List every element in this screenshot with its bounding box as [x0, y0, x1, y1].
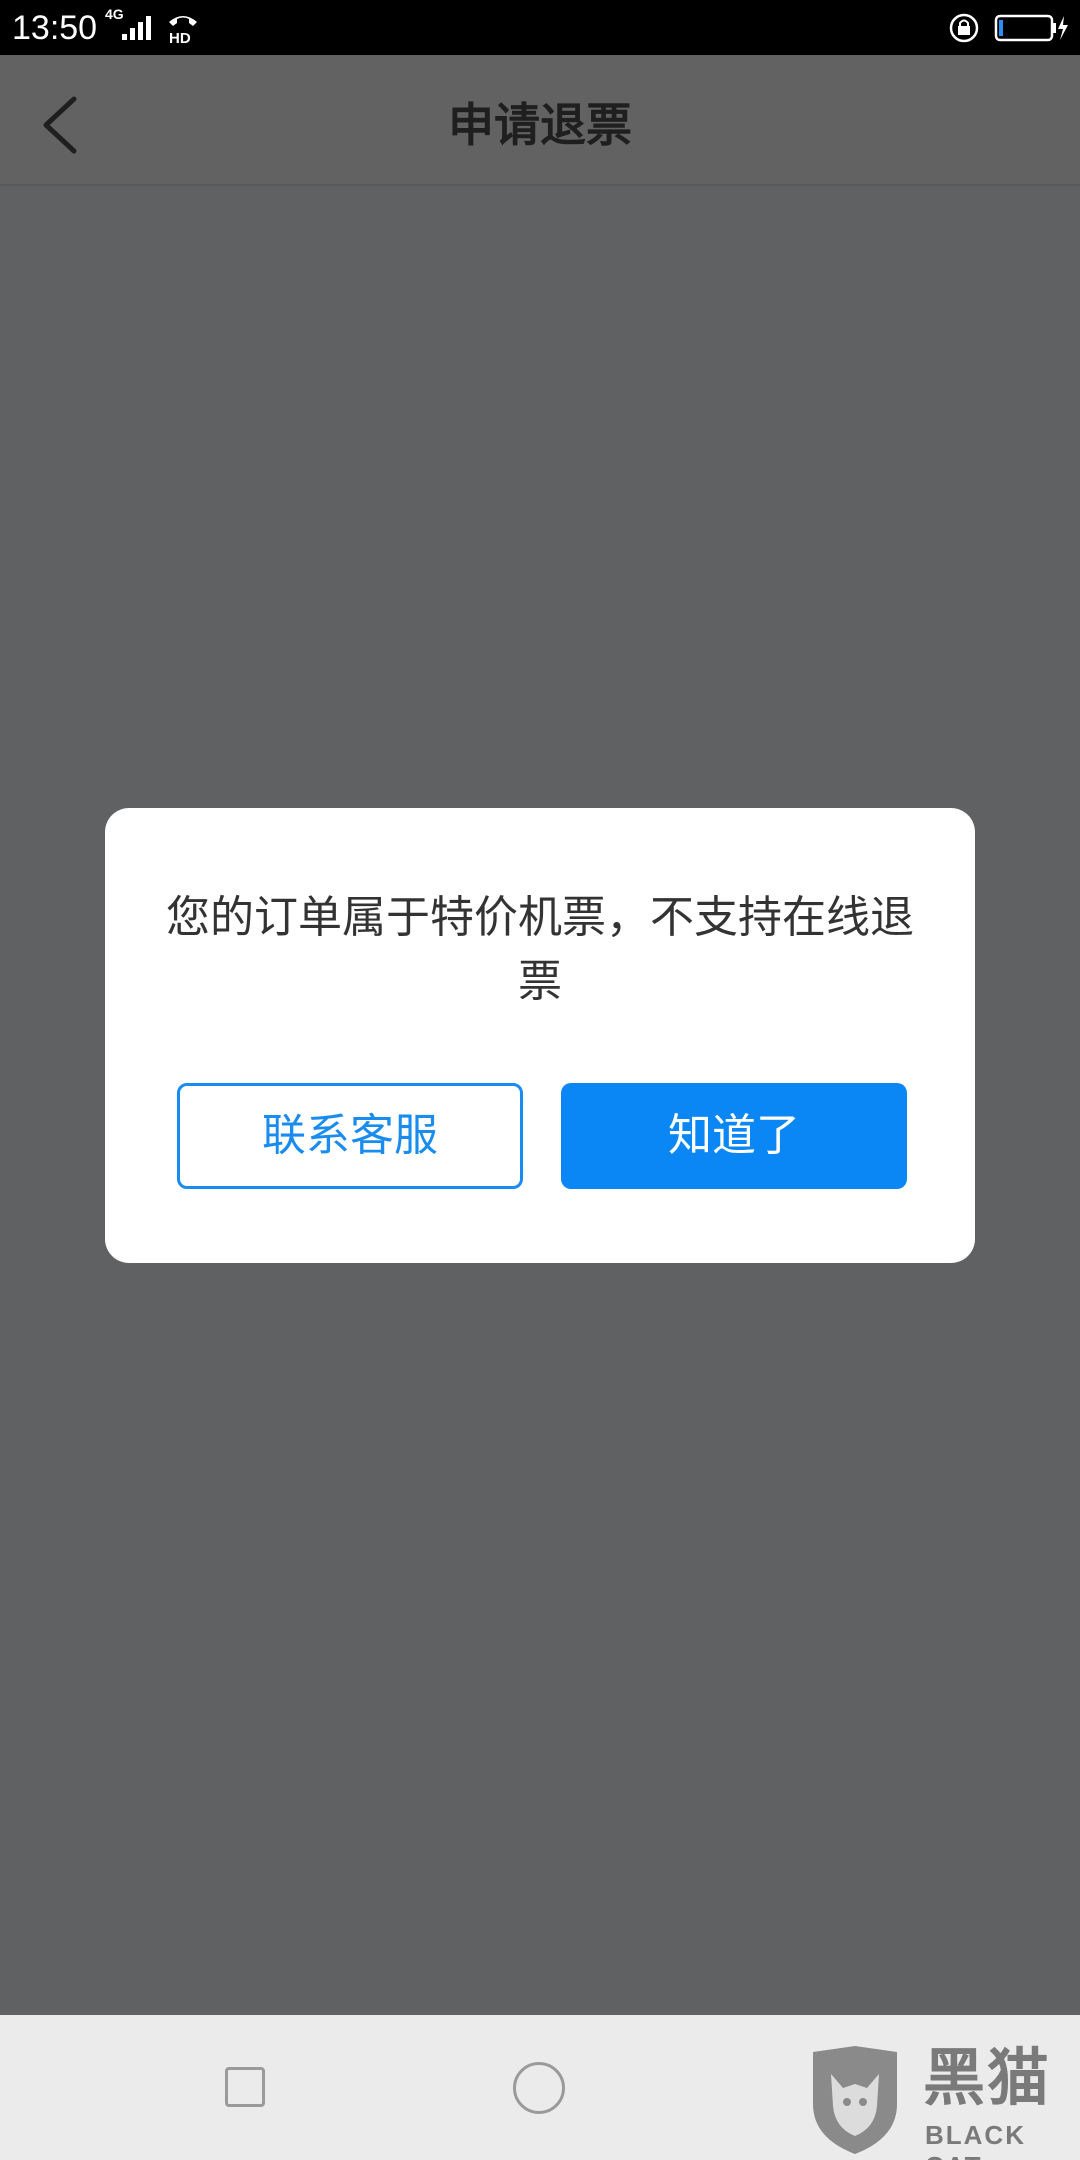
- refund-alert-dialog: 您的订单属于特价机票，不支持在线退票 联系客服 知道了: [105, 808, 975, 1263]
- watermark-text-cn: 黑猫: [923, 2041, 1052, 2114]
- recent-apps-square-icon[interactable]: [225, 2067, 265, 2107]
- app-header: 申请退票: [0, 55, 1080, 185]
- dialog-message: 您的订单属于特价机票，不支持在线退票: [166, 892, 914, 1007]
- home-circle-icon[interactable]: [513, 2062, 565, 2114]
- hd-call-icon: HD: [169, 16, 197, 44]
- battery-charging-icon: [994, 14, 1068, 42]
- contact-support-button[interactable]: 联系客服: [177, 1083, 523, 1189]
- watermark-text-en: BLACK CAT: [925, 2120, 1026, 2160]
- header-divider: [0, 184, 1080, 186]
- status-bar: 13:50 4G HD: [0, 0, 1080, 55]
- signal-icon: [122, 16, 151, 40]
- got-it-button[interactable]: 知道了: [561, 1083, 907, 1189]
- black-cat-watermark: 黑猫 BLACK CAT: [805, 2040, 1080, 2160]
- screen: 13:50 4G HD 申请退票 您的订单属于特价机票，不支持在线退票 联系客服…: [0, 0, 1080, 2160]
- svg-text:HD: HD: [169, 30, 191, 44]
- black-cat-logo-icon: [813, 2046, 897, 2154]
- page-title: 申请退票: [448, 98, 632, 152]
- status-time: 13:50: [12, 9, 98, 47]
- rotation-lock-icon: [949, 13, 979, 43]
